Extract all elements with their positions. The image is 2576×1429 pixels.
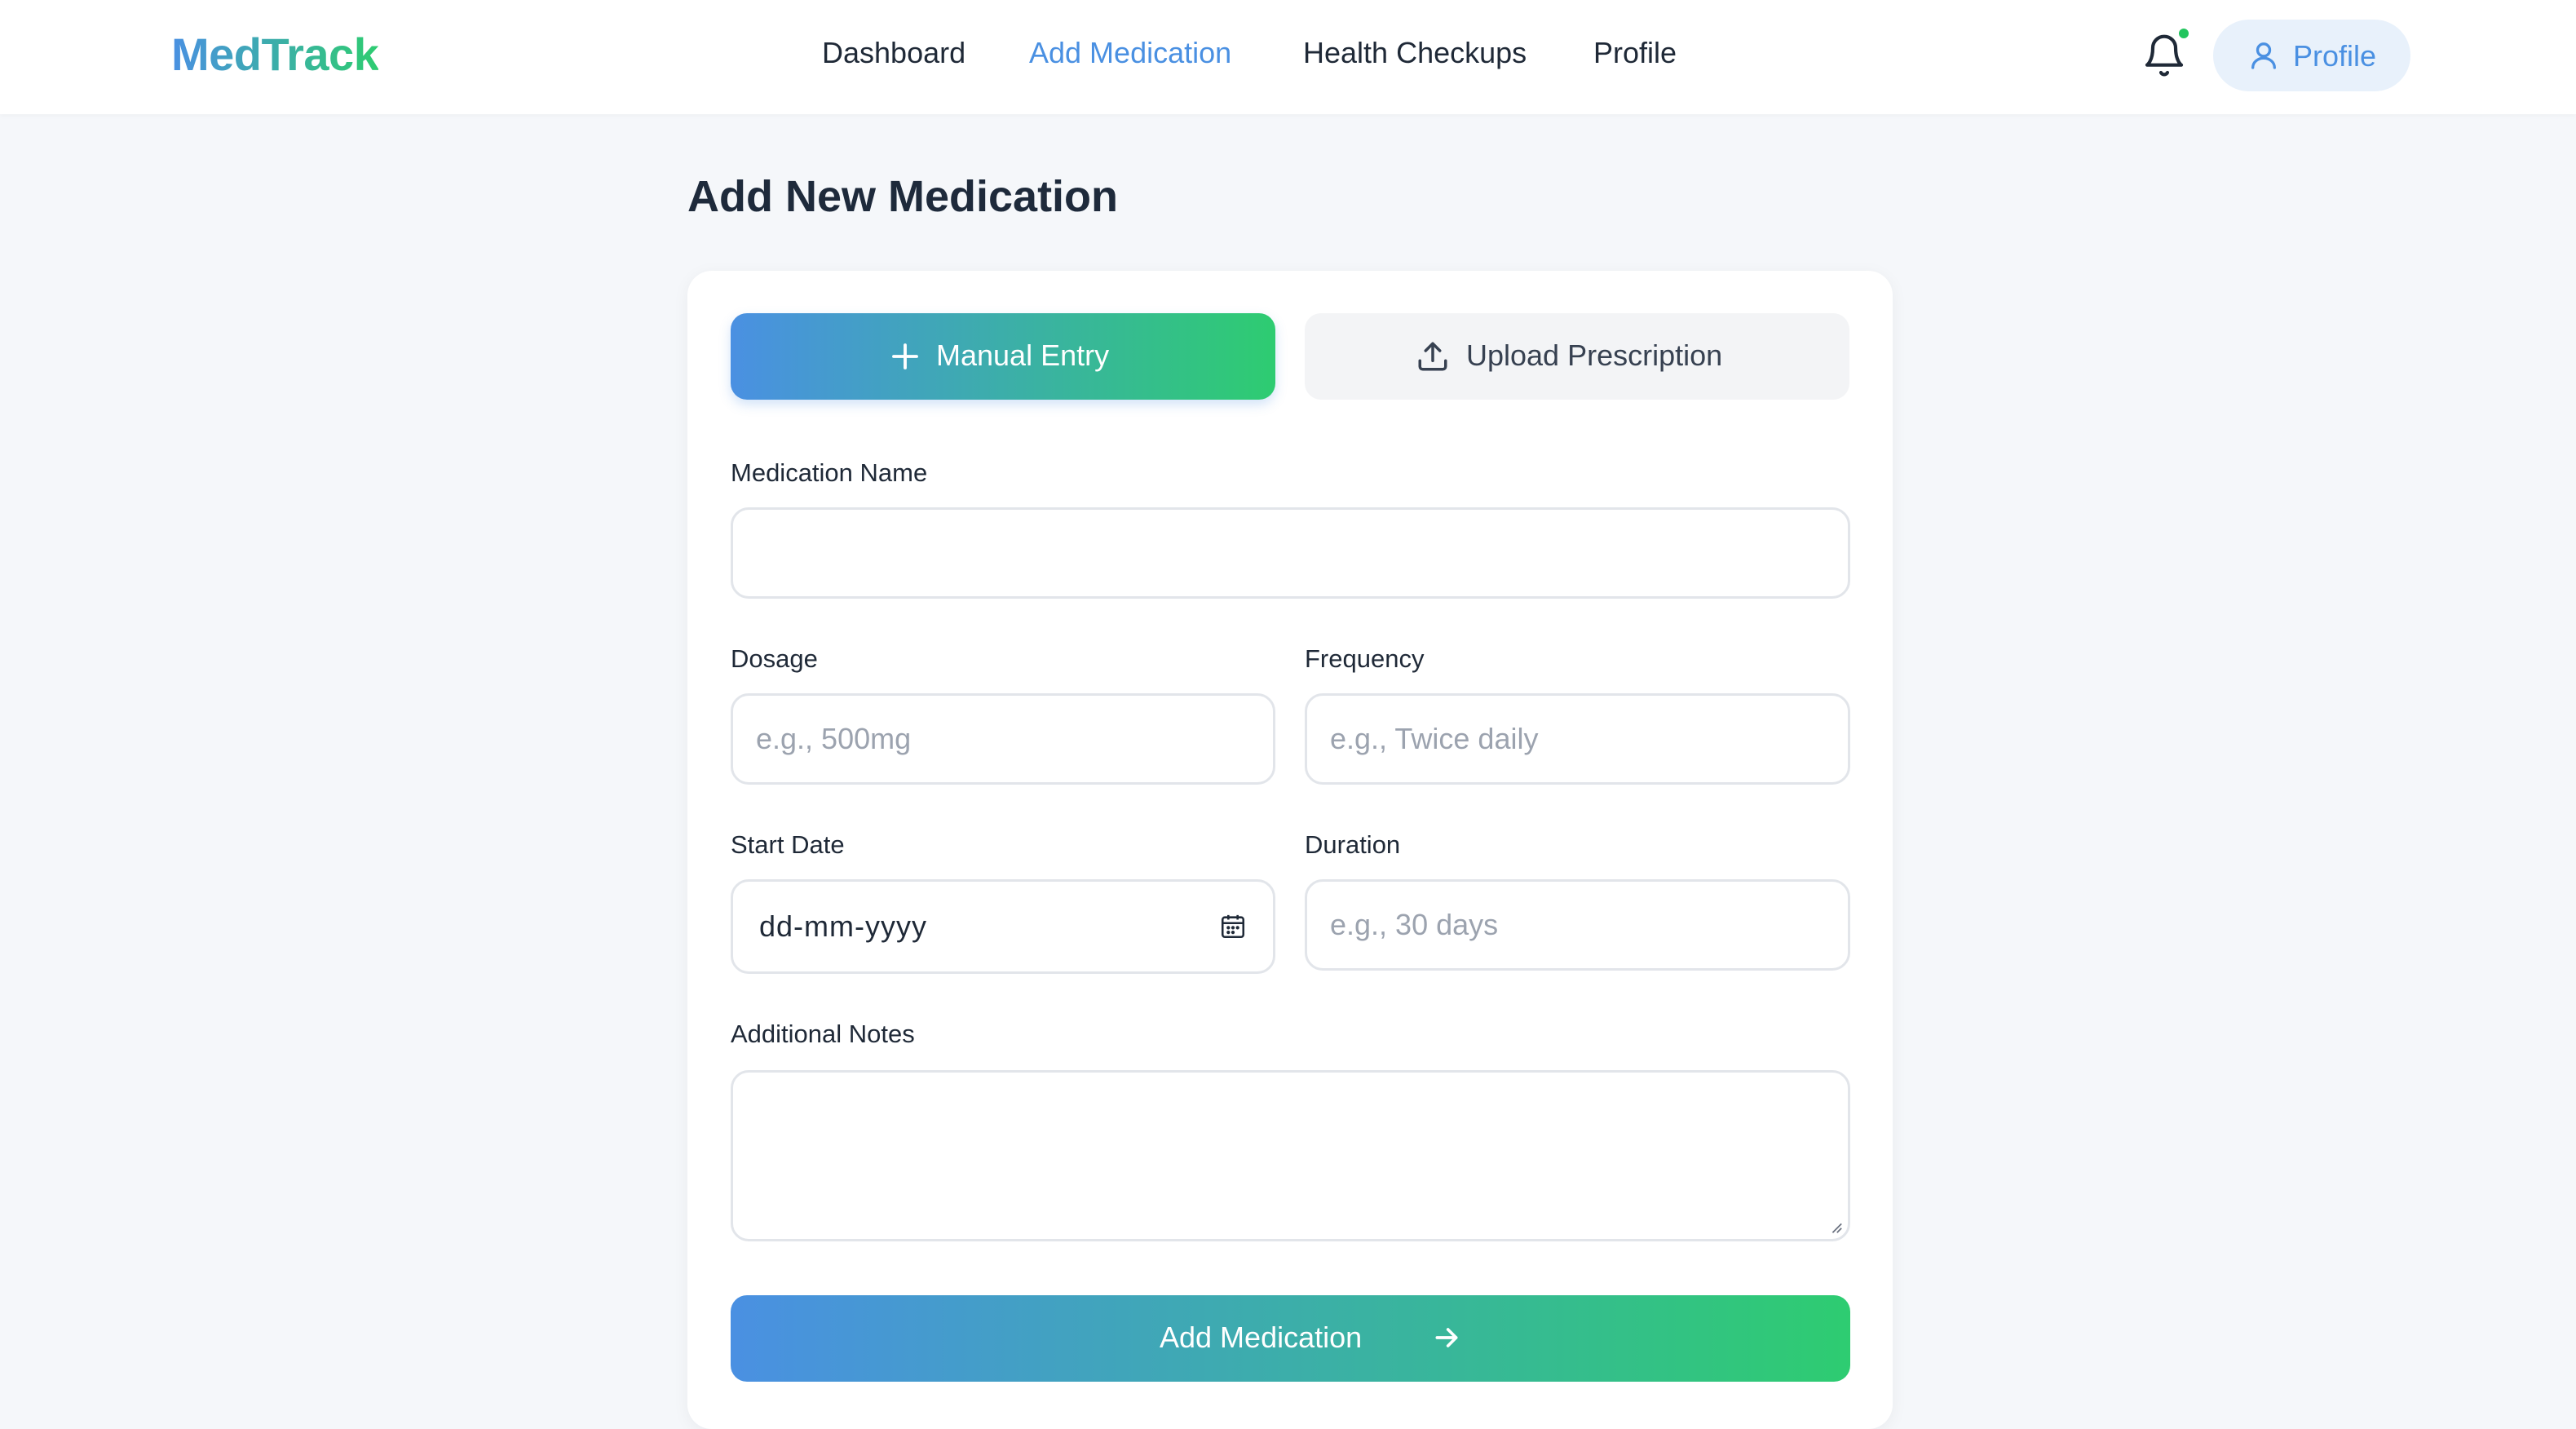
medication-name-label: Medication Name [731,458,928,487]
notes-label: Additional Notes [731,1020,915,1048]
arrow-right-icon [1435,1328,1458,1347]
dosage-input[interactable] [731,693,1275,785]
profile-button-label: Profile [2293,39,2377,73]
medication-name-input[interactable] [731,507,1850,599]
main-nav: Dashboard Add Medication Health Checkups… [0,36,2576,77]
upload-prescription-tab[interactable]: Upload Prescription [1305,313,1849,400]
plus-icon [892,343,918,369]
notification-badge [2176,26,2191,41]
page-title: Add New Medication [687,172,1119,221]
top-navbar: MedTrack Dashboard Add Medication Health… [0,0,2576,114]
manual-entry-label: Manual Entry [936,338,1110,372]
nav-link-add-medication[interactable]: Add Medication [1029,36,1231,70]
add-medication-label: Add Medication [1160,1321,1363,1354]
nav-link-profile[interactable]: Profile [1593,36,1677,70]
duration-input[interactable] [1305,879,1850,971]
resize-handle-icon[interactable] [1828,1219,1843,1234]
frequency-input[interactable] [1305,693,1850,785]
add-medication-card: Manual Entry Upload Prescription Medicat… [687,271,1893,1429]
dosage-label: Dosage [731,644,818,673]
profile-button[interactable]: Profile [2213,20,2410,91]
manual-entry-tab[interactable]: Manual Entry [731,313,1275,400]
start-date-label: Start Date [731,830,845,859]
nav-link-dashboard[interactable]: Dashboard [822,36,965,70]
nav-link-health-checkups[interactable]: Health Checkups [1303,36,1527,70]
add-medication-button[interactable]: Add Medication [731,1295,1850,1382]
start-date-input[interactable]: dd-mm-yyyy [731,879,1275,974]
upload-icon [1418,342,1447,371]
frequency-label: Frequency [1305,644,1425,673]
start-date-placeholder: dd-mm-yyyy [759,909,927,943]
calendar-icon[interactable] [1219,913,1247,940]
duration-label: Duration [1305,830,1401,859]
upload-prescription-label: Upload Prescription [1466,338,1723,372]
user-icon [2251,42,2276,69]
notes-textarea[interactable] [731,1070,1850,1241]
